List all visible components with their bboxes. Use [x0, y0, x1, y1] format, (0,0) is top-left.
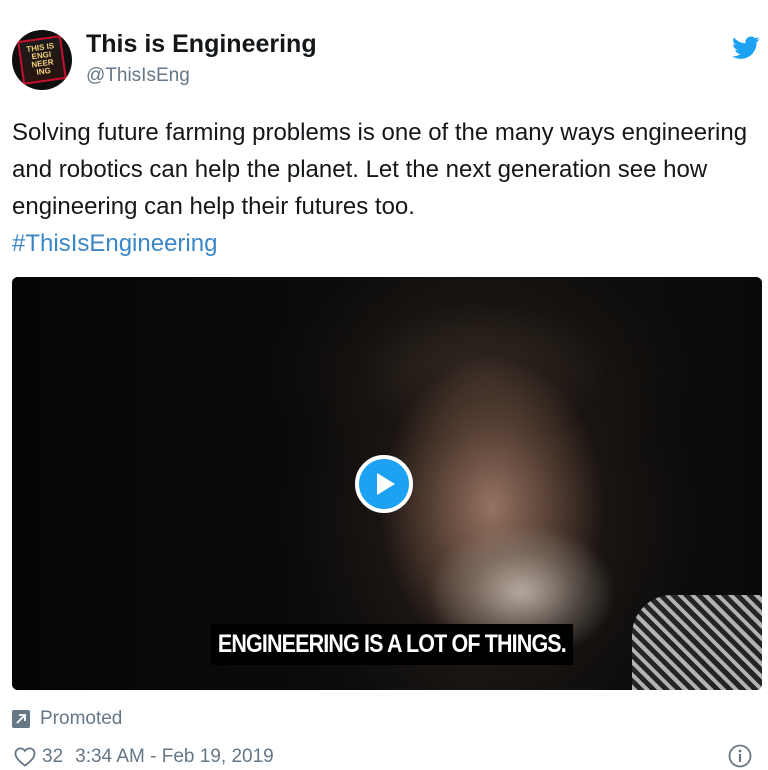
- play-button[interactable]: [355, 455, 413, 513]
- avatar[interactable]: THIS IS ENGI NEER ING: [12, 30, 72, 90]
- video-player[interactable]: ENGINEERING IS A LOT OF THINGS.: [12, 277, 762, 690]
- twitter-bird-icon[interactable]: [732, 36, 760, 60]
- video-thumbnail-sweater: [632, 595, 762, 690]
- tweet-body: Solving future farming problems is one o…: [12, 119, 748, 220]
- tweet-timestamp[interactable]: 3:34 AM - Feb 19, 2019: [75, 746, 274, 768]
- tweet-meta: 32 3:34 AM - Feb 19, 2019: [14, 746, 274, 768]
- avatar-logo: THIS IS ENGI NEER ING: [17, 35, 67, 85]
- heart-icon[interactable]: [14, 747, 36, 767]
- video-caption: ENGINEERING IS A LOT OF THINGS.: [211, 624, 573, 665]
- promoted-label: Promoted: [12, 708, 122, 730]
- display-name[interactable]: This is Engineering: [86, 30, 317, 59]
- play-icon: [359, 459, 409, 509]
- tweet-card: THIS IS ENGI NEER ING This is Engineerin…: [0, 0, 768, 770]
- like-count[interactable]: 32: [42, 746, 63, 768]
- promoted-text: Promoted: [40, 708, 123, 729]
- info-icon[interactable]: [728, 744, 752, 768]
- user-handle[interactable]: @ThisIsEng: [86, 65, 190, 87]
- promoted-arrow-icon: [12, 710, 30, 728]
- tweet-text: Solving future farming problems is one o…: [12, 114, 752, 262]
- hashtag-link[interactable]: #ThisIsEngineering: [12, 225, 752, 262]
